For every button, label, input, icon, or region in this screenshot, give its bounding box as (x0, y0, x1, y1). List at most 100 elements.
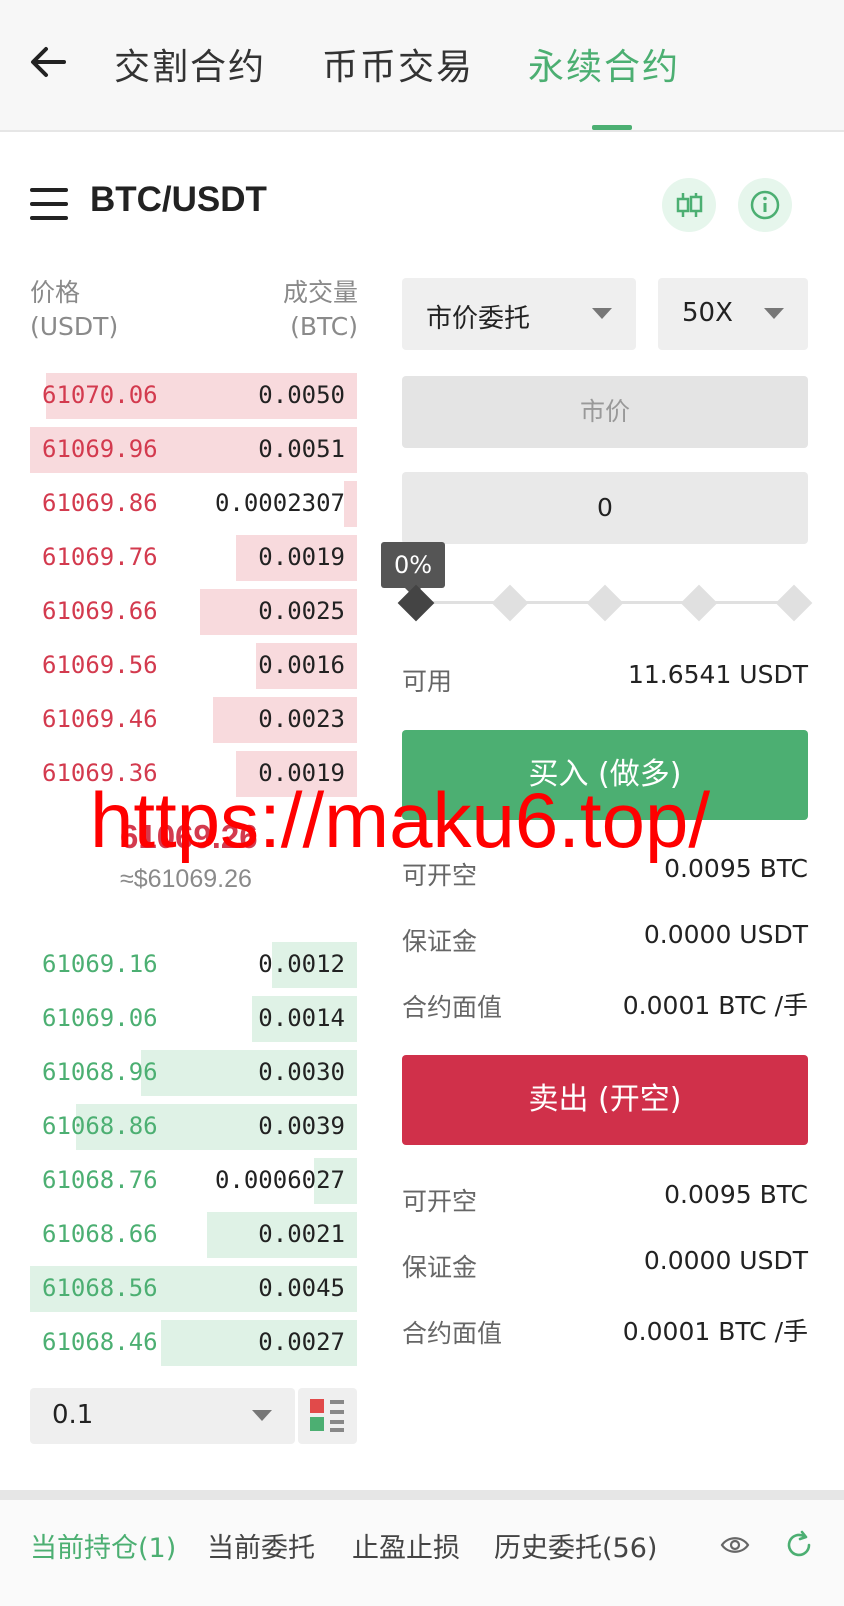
ask-price: 61069.96 (42, 435, 158, 463)
candlestick-icon (676, 193, 703, 217)
chevron-down-icon (764, 308, 784, 319)
menu-icon[interactable] (30, 188, 68, 220)
sell-short-button[interactable]: 卖出 (开空) (402, 1055, 808, 1145)
bid-row[interactable]: 61068.96 0.0030 (30, 1050, 357, 1096)
bid-qty: 0.0027 (258, 1328, 345, 1356)
bid-qty: 0.0014 (258, 1004, 345, 1032)
slider-step-0[interactable] (397, 584, 435, 622)
tab-order-history[interactable]: 历史委托(56) (494, 1526, 657, 1565)
slider-step-75[interactable] (680, 584, 718, 622)
tab-current-positions[interactable]: 当前持仓(1) (30, 1526, 176, 1565)
ask-qty: 0.0016 (258, 651, 345, 679)
depth-precision-select[interactable]: 0.1 (30, 1388, 295, 1444)
price-column-header: 价格 (USDT) (30, 276, 118, 344)
ask-row[interactable]: 61069.76 0.0019 (30, 535, 357, 581)
chevron-down-icon (592, 308, 612, 319)
bid-price: 61068.96 (42, 1058, 158, 1086)
info-button[interactable] (738, 178, 792, 232)
tab-perpetual-contract[interactable]: 永续合约 (528, 38, 680, 90)
qty-unit: (BTC) (290, 312, 358, 341)
bid-qty: 0.0021 (258, 1220, 345, 1248)
slider-step-25[interactable] (491, 584, 529, 622)
bid-row[interactable]: 61068.66 0.0021 (30, 1212, 357, 1258)
ask-qty: 0.0023 (258, 705, 345, 733)
section-divider (0, 1490, 844, 1500)
slider-step-50[interactable] (586, 584, 624, 622)
buy-info-label: 合约面值 (402, 993, 503, 1022)
ask-price: 61069.56 (42, 651, 158, 679)
bid-price: 61068.86 (42, 1112, 158, 1140)
tab-delivery-contract[interactable]: 交割合约 (114, 38, 266, 90)
slider-step-100[interactable] (775, 584, 813, 622)
watermark-url: https://maku6.top/ (90, 776, 711, 864)
sell-info-value: 0.0001 BTC /手 (622, 1317, 808, 1346)
percent-tooltip: 0% (381, 542, 445, 596)
price-label: 价格 (30, 278, 81, 307)
leverage-value: 50X (682, 298, 733, 328)
leverage-select[interactable]: 50X (658, 278, 808, 350)
depth-precision-value: 0.1 (52, 1400, 94, 1430)
bid-price: 61068.76 (42, 1166, 158, 1194)
ask-price: 61069.66 (42, 597, 158, 625)
bid-price: 61069.06 (42, 1004, 158, 1032)
sell-info-label: 可开空 (402, 1187, 478, 1216)
bid-qty: 0.0045 (258, 1274, 345, 1302)
kline-chart-button[interactable] (662, 178, 716, 232)
sell-info-value: 0.0000 USDT (643, 1246, 808, 1275)
bid-row[interactable]: 61069.16 0.0012 (30, 942, 357, 988)
order-type-value: 市价委托 (426, 304, 531, 334)
ask-qty: 0.0050 (258, 381, 345, 409)
buy-info-value: 0.0001 BTC /手 (622, 991, 808, 1020)
bid-price: 61069.16 (42, 950, 158, 978)
info-icon (750, 190, 780, 220)
ask-row[interactable]: 61069.46 0.0023 (30, 697, 357, 743)
bid-row[interactable]: 61068.46 0.0027 (30, 1320, 357, 1366)
qty-label: 成交量 (282, 278, 358, 307)
bid-qty: 0.0012 (258, 950, 345, 978)
bid-row[interactable]: 61068.86 0.0039 (30, 1104, 357, 1150)
price-input[interactable]: 市价 (402, 376, 808, 448)
buy-info-value: 0.0000 USDT (643, 920, 808, 949)
back-arrow-icon[interactable] (26, 40, 70, 84)
eye-icon[interactable] (720, 1534, 750, 1556)
bid-qty: 0.0039 (258, 1112, 345, 1140)
bid-qty: 0.0006027 (214, 1166, 345, 1194)
ask-price: 61070.06 (42, 381, 158, 409)
amount-input[interactable]: 0 (402, 472, 808, 544)
ask-qty: 0.0019 (258, 543, 345, 571)
ask-qty: 0.0002307 (214, 489, 345, 517)
active-tab-indicator (592, 125, 632, 130)
ask-row[interactable]: 61069.56 0.0016 (30, 643, 357, 689)
tab-tp-sl[interactable]: 止盈止损 (352, 1526, 460, 1565)
sell-info-value: 0.0095 BTC (664, 1180, 808, 1209)
trading-pair[interactable]: BTC/USDT (90, 180, 267, 220)
sell-info-label: 合约面值 (402, 1319, 503, 1348)
qty-column-header: 成交量 (BTC) (248, 276, 358, 344)
ask-row[interactable]: 61069.66 0.0025 (30, 589, 357, 635)
tab-spot-trading[interactable]: 币币交易 (322, 38, 474, 90)
bid-row[interactable]: 61069.06 0.0014 (30, 996, 357, 1042)
bid-price: 61068.56 (42, 1274, 158, 1302)
ask-price: 61069.46 (42, 705, 158, 733)
price-unit: (USDT) (30, 312, 119, 341)
ask-qty: 0.0051 (258, 435, 345, 463)
bid-qty: 0.0030 (258, 1058, 345, 1086)
ask-depth-bar (344, 481, 357, 527)
tab-open-orders[interactable]: 当前委托 (207, 1526, 315, 1565)
ask-row[interactable]: 61070.06 0.0050 (30, 373, 357, 419)
available-label: 可用 (402, 667, 453, 696)
order-type-select[interactable]: 市价委托 (402, 278, 636, 350)
refresh-icon[interactable] (784, 1530, 814, 1560)
last-price-usd: ≈$61069.26 (120, 865, 252, 893)
buy-info-label: 保证金 (402, 927, 478, 956)
available-value: 11.6541 USDT (627, 660, 808, 689)
bid-row[interactable]: 61068.56 0.0045 (30, 1266, 357, 1312)
ask-row[interactable]: 61069.86 0.0002307 (30, 481, 357, 527)
chevron-down-icon (252, 1410, 272, 1421)
orderbook-view-toggle[interactable] (298, 1388, 357, 1444)
ask-row[interactable]: 61069.96 0.0051 (30, 427, 357, 473)
bid-row[interactable]: 61068.76 0.0006027 (30, 1158, 357, 1204)
bid-price: 61068.66 (42, 1220, 158, 1248)
ask-qty: 0.0025 (258, 597, 345, 625)
orderbook-layout-icon (310, 1399, 344, 1432)
